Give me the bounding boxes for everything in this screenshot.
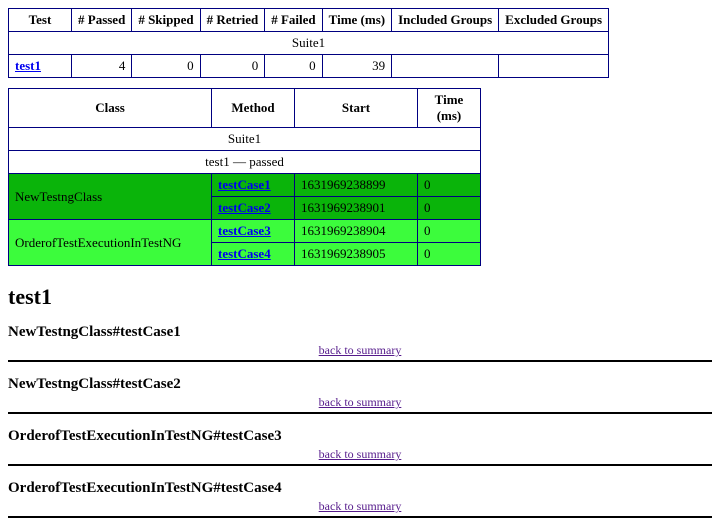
- detail-status-line: test1 — passed: [9, 151, 481, 174]
- detail-class-cell: OrderofTestExecutionInTestNG: [9, 220, 212, 266]
- col-method: Method: [212, 89, 295, 128]
- summary-table: Test # Passed # Skipped # Retried # Fail…: [8, 8, 609, 78]
- detail-start-cell: 1631969238905: [295, 243, 418, 266]
- back-to-summary-link[interactable]: back to summary: [319, 447, 402, 461]
- detail-class-cell: NewTestngClass: [9, 174, 212, 220]
- detail-table: Class Method Start Time (ms) Suite1 test…: [8, 88, 481, 266]
- col-excluded: Excluded Groups: [499, 9, 609, 32]
- detail-method-cell: testCase1: [212, 174, 295, 197]
- summary-header-row: Test # Passed # Skipped # Retried # Fail…: [9, 9, 609, 32]
- section-title: test1: [8, 284, 712, 310]
- col-retried: # Retried: [200, 9, 265, 32]
- col-start: Start: [295, 89, 418, 128]
- detail-suite-name: Suite1: [9, 128, 481, 151]
- summary-skipped: 0: [132, 55, 200, 78]
- summary-retried: 0: [200, 55, 265, 78]
- summary-included: [392, 55, 499, 78]
- col-failed: # Failed: [265, 9, 322, 32]
- detail-time-cell: 0: [418, 197, 481, 220]
- separator: [8, 464, 712, 466]
- detail-time-cell: 0: [418, 174, 481, 197]
- detail-suite-row: Suite1: [9, 128, 481, 151]
- col-included: Included Groups: [392, 9, 499, 32]
- col-passed: # Passed: [72, 9, 132, 32]
- back-row: back to summary: [8, 343, 712, 358]
- case-title: OrderofTestExecutionInTestNG#testCase3: [8, 428, 712, 445]
- summary-test-cell: test1: [9, 55, 72, 78]
- method-link-testCase4[interactable]: testCase4: [218, 246, 271, 261]
- detail-method-cell: testCase2: [212, 197, 295, 220]
- detail-status-row: test1 — passed: [9, 151, 481, 174]
- back-row: back to summary: [8, 499, 712, 514]
- col-skipped: # Skipped: [132, 9, 200, 32]
- back-row: back to summary: [8, 395, 712, 410]
- case-title: NewTestngClass#testCase2: [8, 376, 712, 393]
- col-time2: Time (ms): [418, 89, 481, 128]
- separator: [8, 360, 712, 362]
- back-to-summary-link[interactable]: back to summary: [319, 395, 402, 409]
- separator: [8, 516, 712, 518]
- summary-excluded: [499, 55, 609, 78]
- test-link-test1[interactable]: test1: [15, 58, 41, 73]
- method-link-testCase2[interactable]: testCase2: [218, 200, 271, 215]
- separator: [8, 412, 712, 414]
- case-title: NewTestngClass#testCase1: [8, 324, 712, 341]
- detail-header-row: Class Method Start Time (ms): [9, 89, 481, 128]
- detail-time-cell: 0: [418, 220, 481, 243]
- detail-method-cell: testCase3: [212, 220, 295, 243]
- col-time: Time (ms): [322, 9, 391, 32]
- detail-method-cell: testCase4: [212, 243, 295, 266]
- detail-start-cell: 1631969238904: [295, 220, 418, 243]
- back-to-summary-link[interactable]: back to summary: [319, 499, 402, 513]
- detail-row: OrderofTestExecutionInTestNGtestCase3163…: [9, 220, 481, 243]
- method-link-testCase1[interactable]: testCase1: [218, 177, 271, 192]
- col-class: Class: [9, 89, 212, 128]
- detail-start-cell: 1631969238899: [295, 174, 418, 197]
- summary-failed: 0: [265, 55, 322, 78]
- summary-suite-name: Suite1: [9, 32, 609, 55]
- case-title: OrderofTestExecutionInTestNG#testCase4: [8, 480, 712, 497]
- back-to-summary-link[interactable]: back to summary: [319, 343, 402, 357]
- detail-start-cell: 1631969238901: [295, 197, 418, 220]
- back-row: back to summary: [8, 447, 712, 462]
- method-link-testCase3[interactable]: testCase3: [218, 223, 271, 238]
- detail-time-cell: 0: [418, 243, 481, 266]
- col-test: Test: [9, 9, 72, 32]
- summary-time: 39: [322, 55, 391, 78]
- summary-suite-row: Suite1: [9, 32, 609, 55]
- summary-passed: 4: [72, 55, 132, 78]
- summary-data-row: test1 4 0 0 0 39: [9, 55, 609, 78]
- detail-row: NewTestngClasstestCase116319692388990: [9, 174, 481, 197]
